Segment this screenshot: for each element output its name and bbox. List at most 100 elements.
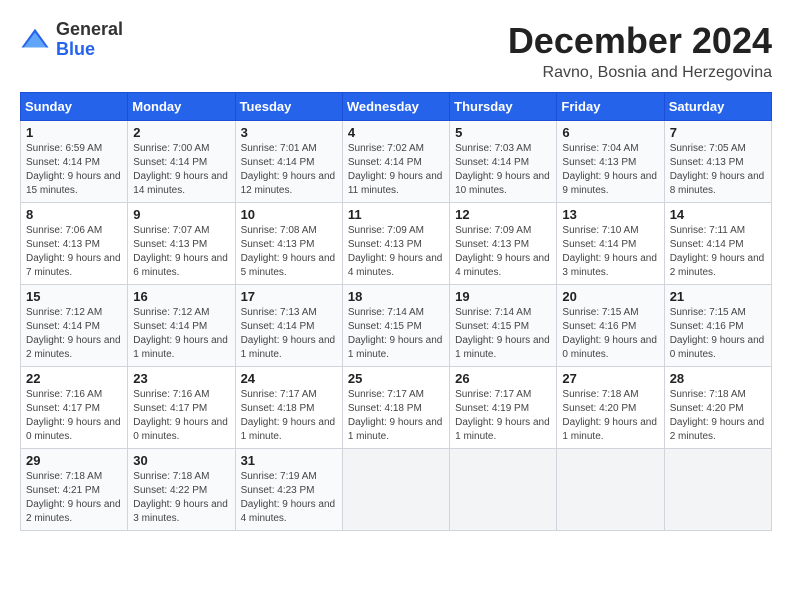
day-number: 11	[348, 207, 444, 222]
calendar-cell: 15 Sunrise: 7:12 AMSunset: 4:14 PMDayligh…	[21, 285, 128, 367]
logo: General Blue	[20, 20, 123, 60]
month-title: December 2024	[508, 20, 772, 62]
logo-text: General Blue	[56, 20, 123, 60]
calendar-week-row: 29 Sunrise: 7:18 AMSunset: 4:21 PMDayligh…	[21, 449, 772, 531]
day-info: Sunrise: 7:18 AMSunset: 4:21 PMDaylight:…	[26, 470, 122, 526]
day-info: Sunrise: 7:00 AMSunset: 4:14 PMDaylight:…	[133, 142, 229, 198]
day-number: 22	[26, 371, 122, 386]
day-info: Sunrise: 7:11 AMSunset: 4:14 PMDaylight:…	[670, 224, 766, 280]
calendar-cell: 16 Sunrise: 7:12 AMSunset: 4:14 PMDayligh…	[128, 285, 235, 367]
day-info: Sunrise: 6:59 AMSunset: 4:14 PMDaylight:…	[26, 142, 122, 198]
day-info: Sunrise: 7:15 AMSunset: 4:16 PMDaylight:…	[562, 306, 658, 362]
day-number: 21	[670, 289, 766, 304]
weekday-header: Tuesday	[235, 93, 342, 121]
day-info: Sunrise: 7:16 AMSunset: 4:17 PMDaylight:…	[133, 388, 229, 444]
calendar-cell: 25Sunrise: 7:17 AMSunset: 4:18 PMDayligh…	[342, 367, 449, 449]
weekday-header: Wednesday	[342, 93, 449, 121]
day-number: 16	[133, 289, 229, 304]
calendar-week-row: 15 Sunrise: 7:12 AMSunset: 4:14 PMDayligh…	[21, 285, 772, 367]
day-number: 28	[670, 371, 766, 386]
day-number: 29	[26, 453, 122, 468]
day-info: Sunrise: 7:06 AMSunset: 4:13 PMDaylight:…	[26, 224, 122, 280]
calendar-week-row: 22 Sunrise: 7:16 AMSunset: 4:17 PMDayligh…	[21, 367, 772, 449]
day-info: Sunrise: 7:19 AMSunset: 4:23 PMDaylight:…	[241, 470, 337, 526]
day-number: 15	[26, 289, 122, 304]
day-info: Sunrise: 7:18 AMSunset: 4:20 PMDaylight:…	[562, 388, 658, 444]
calendar-table: SundayMondayTuesdayWednesdayThursdayFrid…	[20, 92, 772, 531]
calendar-cell: 8 Sunrise: 7:06 AMSunset: 4:13 PMDaylight…	[21, 203, 128, 285]
day-info: Sunrise: 7:18 AMSunset: 4:22 PMDaylight:…	[133, 470, 229, 526]
calendar-cell: 17Sunrise: 7:13 AMSunset: 4:14 PMDayligh…	[235, 285, 342, 367]
day-info: Sunrise: 7:12 AMSunset: 4:14 PMDaylight:…	[26, 306, 122, 362]
day-number: 5	[455, 125, 551, 140]
calendar-week-row: 1Sunrise: 6:59 AMSunset: 4:14 PMDaylight…	[21, 121, 772, 203]
calendar-cell	[450, 449, 557, 531]
calendar-cell: 26Sunrise: 7:17 AMSunset: 4:19 PMDayligh…	[450, 367, 557, 449]
day-number: 13	[562, 207, 658, 222]
weekday-header: Monday	[128, 93, 235, 121]
logo-general: General	[56, 20, 123, 40]
calendar-header-row: SundayMondayTuesdayWednesdayThursdayFrid…	[21, 93, 772, 121]
day-info: Sunrise: 7:14 AMSunset: 4:15 PMDaylight:…	[455, 306, 551, 362]
calendar-cell: 10 Sunrise: 7:08 AMSunset: 4:13 PMDayligh…	[235, 203, 342, 285]
day-info: Sunrise: 7:15 AMSunset: 4:16 PMDaylight:…	[670, 306, 766, 362]
calendar-cell: 14 Sunrise: 7:11 AMSunset: 4:14 PMDayligh…	[664, 203, 771, 285]
weekday-header: Sunday	[21, 93, 128, 121]
day-number: 20	[562, 289, 658, 304]
calendar-week-row: 8 Sunrise: 7:06 AMSunset: 4:13 PMDaylight…	[21, 203, 772, 285]
day-info: Sunrise: 7:08 AMSunset: 4:13 PMDaylight:…	[241, 224, 337, 280]
day-info: Sunrise: 7:14 AMSunset: 4:15 PMDaylight:…	[348, 306, 444, 362]
day-number: 8	[26, 207, 122, 222]
calendar-cell: 12 Sunrise: 7:09 AMSunset: 4:13 PMDayligh…	[450, 203, 557, 285]
day-number: 6	[562, 125, 658, 140]
day-info: Sunrise: 7:04 AMSunset: 4:13 PMDaylight:…	[562, 142, 658, 198]
calendar-cell: 28Sunrise: 7:18 AMSunset: 4:20 PMDayligh…	[664, 367, 771, 449]
calendar-cell: 6 Sunrise: 7:04 AMSunset: 4:13 PMDaylight…	[557, 121, 664, 203]
day-number: 25	[348, 371, 444, 386]
calendar-cell: 4 Sunrise: 7:02 AMSunset: 4:14 PMDaylight…	[342, 121, 449, 203]
weekday-header: Thursday	[450, 93, 557, 121]
logo-blue: Blue	[56, 40, 123, 60]
calendar-cell: 29 Sunrise: 7:18 AMSunset: 4:21 PMDayligh…	[21, 449, 128, 531]
calendar-cell: 30Sunrise: 7:18 AMSunset: 4:22 PMDayligh…	[128, 449, 235, 531]
day-number: 9	[133, 207, 229, 222]
day-number: 17	[241, 289, 337, 304]
day-number: 19	[455, 289, 551, 304]
day-info: Sunrise: 7:17 AMSunset: 4:18 PMDaylight:…	[241, 388, 337, 444]
day-info: Sunrise: 7:12 AMSunset: 4:14 PMDaylight:…	[133, 306, 229, 362]
page-header: General Blue December 2024 Ravno, Bosnia…	[20, 20, 772, 82]
calendar-cell: 3Sunrise: 7:01 AMSunset: 4:14 PMDaylight…	[235, 121, 342, 203]
calendar-cell: 7 Sunrise: 7:05 AMSunset: 4:13 PMDaylight…	[664, 121, 771, 203]
day-number: 10	[241, 207, 337, 222]
day-number: 14	[670, 207, 766, 222]
day-number: 2	[133, 125, 229, 140]
day-info: Sunrise: 7:09 AMSunset: 4:13 PMDaylight:…	[348, 224, 444, 280]
day-info: Sunrise: 7:16 AMSunset: 4:17 PMDaylight:…	[26, 388, 122, 444]
calendar-cell	[342, 449, 449, 531]
day-number: 3	[241, 125, 337, 140]
day-number: 26	[455, 371, 551, 386]
day-number: 7	[670, 125, 766, 140]
calendar-cell	[557, 449, 664, 531]
calendar-cell: 5 Sunrise: 7:03 AMSunset: 4:14 PMDaylight…	[450, 121, 557, 203]
logo-icon	[20, 25, 50, 55]
day-info: Sunrise: 7:02 AMSunset: 4:14 PMDaylight:…	[348, 142, 444, 198]
weekday-header: Saturday	[664, 93, 771, 121]
location-title: Ravno, Bosnia and Herzegovina	[508, 64, 772, 82]
day-number: 23	[133, 371, 229, 386]
calendar-cell: 23 Sunrise: 7:16 AMSunset: 4:17 PMDayligh…	[128, 367, 235, 449]
calendar-cell: 18Sunrise: 7:14 AMSunset: 4:15 PMDayligh…	[342, 285, 449, 367]
day-info: Sunrise: 7:10 AMSunset: 4:14 PMDaylight:…	[562, 224, 658, 280]
day-number: 4	[348, 125, 444, 140]
day-info: Sunrise: 7:09 AMSunset: 4:13 PMDaylight:…	[455, 224, 551, 280]
calendar-cell: 20 Sunrise: 7:15 AMSunset: 4:16 PMDayligh…	[557, 285, 664, 367]
day-info: Sunrise: 7:03 AMSunset: 4:14 PMDaylight:…	[455, 142, 551, 198]
day-number: 12	[455, 207, 551, 222]
day-info: Sunrise: 7:05 AMSunset: 4:13 PMDaylight:…	[670, 142, 766, 198]
day-number: 27	[562, 371, 658, 386]
calendar-cell: 11 Sunrise: 7:09 AMSunset: 4:13 PMDayligh…	[342, 203, 449, 285]
calendar-cell: 2 Sunrise: 7:00 AMSunset: 4:14 PMDaylight…	[128, 121, 235, 203]
calendar-cell: 27 Sunrise: 7:18 AMSunset: 4:20 PMDayligh…	[557, 367, 664, 449]
day-number: 24	[241, 371, 337, 386]
calendar-cell: 13 Sunrise: 7:10 AMSunset: 4:14 PMDayligh…	[557, 203, 664, 285]
